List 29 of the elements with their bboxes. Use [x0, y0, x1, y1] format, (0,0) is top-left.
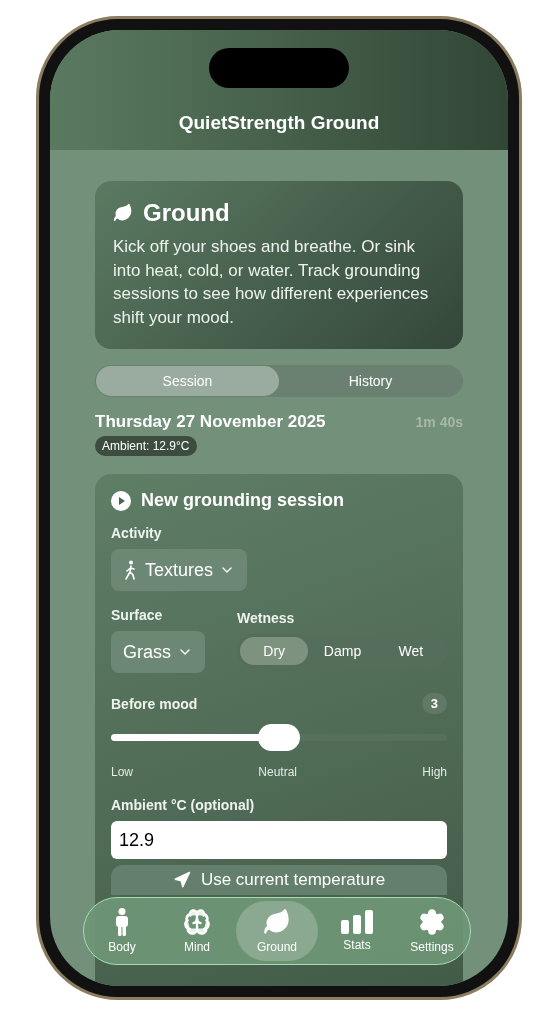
field-label: Before mood [111, 695, 198, 712]
intro-text: Kick off your shoes and breathe. Or sink into heat, cold, or water. Track grounding sessions to see how different experiences shift your mood. [113, 236, 430, 329]
tab-bar-item[interactable]: Ground [236, 901, 318, 961]
scale-label: High [422, 765, 447, 779]
app-title: QuietStrength Ground [178, 112, 380, 134]
activity-picker[interactable]: Textures [111, 549, 248, 591]
temperature-button[interactable]: Use current temperature [111, 865, 447, 895]
scale-label: Neutral [258, 765, 297, 779]
scale-label: Low [111, 765, 133, 779]
field-label: Activity [111, 525, 163, 541]
intro-title: Ground [143, 199, 230, 227]
date-text: Thursday 27 November 2025 [95, 412, 326, 432]
field-label: Surface [111, 607, 163, 623]
tab-bar-item[interactable]: Stats [321, 901, 393, 961]
tab-bar-item[interactable]: Body [86, 901, 158, 961]
tab-bar-item[interactable]: Mind [161, 901, 233, 961]
wetness-option[interactable]: Dry [240, 637, 309, 665]
mood-value: 3 [421, 693, 447, 714]
surface-picker[interactable]: Grass [111, 631, 205, 673]
wetness-option[interactable]: Damp [308, 637, 377, 665]
card-title: New grounding session [141, 490, 345, 511]
ambient-input-field[interactable]: 12.9 [111, 821, 447, 859]
ambient-badge: Ambient: 12.9°C [95, 436, 197, 456]
field-label: Ambient °C (optional) [111, 797, 256, 813]
segment-tab[interactable]: History [279, 366, 462, 396]
wetness-option[interactable]: Wet [376, 637, 445, 665]
field-label: Wetness [237, 610, 295, 626]
segment-tab[interactable]: Session [96, 366, 279, 396]
tab-bar-item[interactable]: Settings [396, 901, 468, 961]
